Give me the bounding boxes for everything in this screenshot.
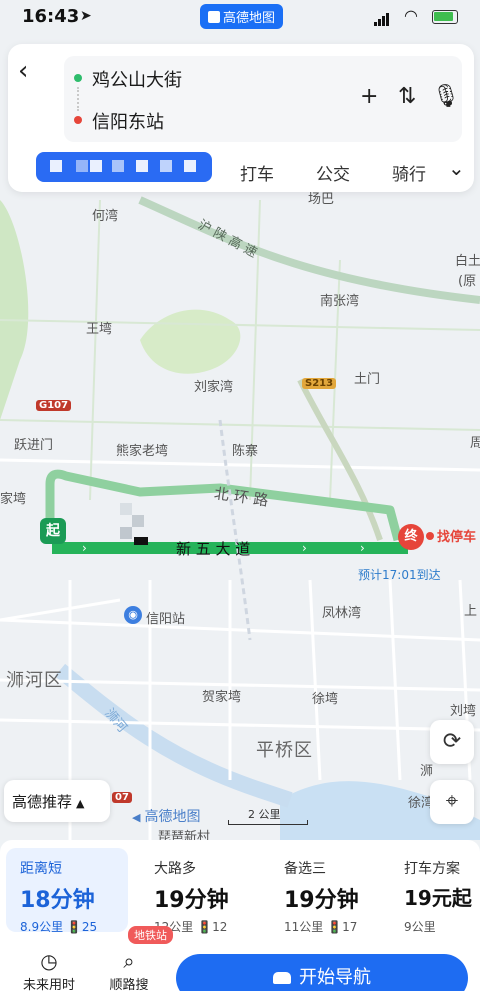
svg-text:›: › — [302, 541, 307, 555]
back-icon[interactable]: ‹ — [18, 56, 28, 86]
option-distance: 11公里 — [284, 920, 324, 934]
shield-g107-lower: 07 — [112, 792, 132, 803]
option-label: 大路多 — [154, 861, 196, 877]
map-scale: 2 公里 — [228, 806, 308, 826]
swap-icon[interactable]: ⇅ — [398, 84, 416, 109]
place-xinyangzhan: 信阳站 — [146, 612, 186, 627]
chevron-down-icon[interactable]: ⌄ — [448, 156, 465, 180]
clock-icon: ◷ — [40, 949, 58, 973]
place-yuejinmen: 跃进门 — [14, 438, 54, 453]
option-price: 19元起 — [404, 886, 472, 910]
route-card: ‹ 鸡公山大街 信阳东站 + ⇅ 🎙 打车 公交 骑行 ⌄ — [8, 44, 474, 192]
option-lights: 17 — [342, 920, 358, 934]
refresh-route-button[interactable]: ⟳ — [430, 720, 474, 764]
option-duration: 19分钟 — [154, 888, 229, 913]
tab-drive[interactable] — [36, 152, 212, 182]
place-xuwan: 徐塆 — [312, 692, 339, 707]
train-station-icon[interactable]: ◉ — [124, 606, 142, 624]
subway-badge: 地铁站 — [128, 926, 173, 944]
place-tumen: 土门 — [354, 372, 381, 387]
end-dot-icon — [74, 116, 82, 124]
route-option[interactable]: 距离短 18分钟 8.9公里 🚦25 — [6, 848, 128, 934]
place-zhou: 周 — [470, 436, 480, 451]
location-arrow-icon: ➤ — [80, 8, 92, 24]
place-liujiawan: 刘家湾 — [194, 380, 234, 395]
status-time: 16:43 — [22, 6, 80, 27]
amap-logo: 高德地图 — [132, 806, 200, 826]
district-pingqiaoqu: 平桥区 — [256, 740, 313, 761]
option-label: 距离短 — [20, 861, 62, 877]
search-icon: ⌕ — [123, 949, 135, 973]
tab-bike[interactable]: 骑行 — [392, 160, 426, 185]
option-lights: 25 — [81, 920, 98, 934]
place-jiawan: 家塆 — [0, 492, 27, 507]
find-parking-chip[interactable]: 找停车 — [426, 526, 476, 545]
wifi-icon: ◠ — [404, 6, 418, 25]
mode-tabs: 打车 公交 骑行 ⌄ — [8, 148, 474, 192]
traffic-light-icon: 🚦 — [197, 920, 213, 934]
future-time-label: 未来用时 — [22, 978, 75, 991]
place-xiongjialaowan: 熊家老塆 — [116, 444, 169, 459]
route-option-taxi[interactable]: 打车方案 19元起 9公里 — [390, 848, 480, 934]
place-fenglinwan: 凤林湾 — [322, 606, 362, 621]
route-options-panel: 距离短 18分钟 8.9公里 🚦25 大路多 19分钟 12公里 🚦12 备选三… — [0, 840, 480, 991]
option-duration: 19分钟 — [284, 888, 359, 913]
amap-status-pill[interactable]: 高德地图 — [200, 4, 284, 29]
place-pipaxincun: 琵琶新村 — [158, 830, 211, 840]
add-stop-icon[interactable]: + — [360, 84, 378, 109]
mic-icon[interactable]: 🎙 — [432, 84, 460, 109]
option-lights: 12 — [212, 920, 228, 934]
svg-text:›: › — [360, 541, 365, 555]
tab-taxi[interactable]: 打车 — [240, 160, 274, 185]
end-marker[interactable]: 终 — [398, 524, 424, 550]
along-search-button[interactable]: ⌕ 顺路搜 — [94, 950, 164, 991]
option-label: 备选三 — [284, 861, 326, 877]
recommend-chip[interactable]: 高德推荐 ▲ — [4, 780, 110, 822]
future-time-button[interactable]: ◷ 未来用时 — [14, 950, 84, 991]
place-shang: 上 — [464, 604, 478, 619]
place-wangwan: 王塆 — [86, 322, 113, 337]
car-icon — [273, 972, 291, 984]
route-option[interactable]: 备选三 19分钟 11公里 🚦17 — [270, 848, 388, 934]
shield-s213: S213 — [302, 378, 337, 389]
tab-transit[interactable]: 公交 — [316, 160, 350, 185]
place-baitugang: 白土垭 — [455, 254, 480, 269]
route-option[interactable]: 大路多 19分钟 12公里 🚦12 — [140, 848, 258, 934]
caret-up-icon: ▲ — [76, 797, 85, 810]
place-liuwan: 刘塆 — [450, 704, 477, 719]
place-yuan: (原 — [458, 274, 477, 289]
amap-pill-label: 高德地图 — [223, 11, 276, 26]
option-duration: 18分钟 — [20, 888, 95, 913]
option-distance: 9公里 — [404, 920, 436, 934]
road-xinwudadao: 新 五 大 道 — [176, 540, 251, 558]
option-label: 打车方案 — [404, 861, 460, 877]
signal-icon — [374, 11, 390, 30]
district-shihequ: 浉河区 — [6, 670, 63, 691]
to-field[interactable]: 信阳东站 — [92, 108, 164, 134]
place-shihe2: 浉 — [420, 764, 434, 779]
place-chenzhai: 陈寨 — [232, 444, 259, 459]
eta-label: 预计17:01到达 — [358, 568, 441, 582]
traffic-light-icon: 🚦 — [66, 920, 82, 934]
place-nanzhangwan: 南张湾 — [320, 294, 360, 309]
along-search-label: 顺路搜 — [109, 978, 149, 991]
option-distance: 8.9公里 — [20, 920, 64, 934]
start-navigation-button[interactable]: 开始导航 — [176, 954, 468, 991]
from-field[interactable]: 鸡公山大街 — [92, 66, 182, 92]
locate-me-button[interactable]: ⌖ — [430, 780, 474, 824]
place-hejiawan: 贺家塆 — [202, 690, 242, 705]
battery-icon — [432, 10, 458, 24]
start-marker[interactable]: 起 — [40, 518, 66, 544]
recommend-label: 高德推荐 — [12, 793, 73, 811]
svg-text:›: › — [82, 541, 87, 555]
privacy-mosaic — [120, 503, 156, 551]
bottom-nav: ◷ 未来用时 ⌕ 顺路搜 地铁站 开始导航 — [0, 926, 480, 991]
route-inputs: 鸡公山大街 信阳东站 + ⇅ 🎙 — [64, 56, 462, 142]
start-navigation-label: 开始导航 — [299, 967, 371, 988]
shield-g107: G107 — [36, 400, 72, 411]
place-hewan: 何湾 — [92, 209, 119, 224]
start-dot-icon — [74, 74, 82, 82]
status-bar: 16:43 ➤ 高德地图 ◠ — [0, 0, 480, 34]
traffic-light-icon: 🚦 — [327, 920, 343, 934]
